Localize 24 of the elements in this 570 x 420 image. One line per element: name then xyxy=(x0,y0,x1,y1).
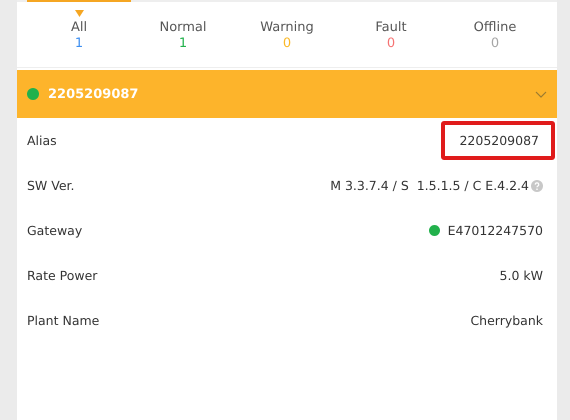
filter-tab[interactable]: Fault 0 xyxy=(339,2,443,67)
tab-count: 1 xyxy=(178,36,188,51)
triangle-icon xyxy=(74,10,84,17)
field-value: Cherrybank xyxy=(470,313,543,328)
field-value: 5.0 kW xyxy=(500,268,543,283)
help-icon[interactable] xyxy=(531,180,543,192)
field-label: SW Ver. xyxy=(27,178,75,193)
field-value: 2205209087 xyxy=(459,133,539,148)
filter-tab[interactable]: All 1 xyxy=(27,0,131,67)
filter-tab[interactable]: Offline 0 xyxy=(443,2,547,67)
field-label: Plant Name xyxy=(27,313,100,328)
device-serial: 2205209087 xyxy=(48,86,140,102)
field-value: E47012247570 xyxy=(448,223,543,238)
tab-count: 0 xyxy=(282,36,292,51)
field-label: Gateway xyxy=(27,223,82,238)
tab-count: 0 xyxy=(490,36,500,51)
filter-tab[interactable]: Normal 1 xyxy=(131,2,235,67)
field-label: Rate Power xyxy=(27,268,98,283)
chevron-icon xyxy=(535,90,547,98)
filter-tab[interactable]: Warning 0 xyxy=(235,2,339,67)
tab-count: 0 xyxy=(386,36,396,51)
field-value: M 3.3.7.4 / S 1.5.1.5 / C E.4.2.4 xyxy=(330,178,529,193)
tab-count: 1 xyxy=(74,36,84,51)
field-label: Alias xyxy=(27,133,57,148)
